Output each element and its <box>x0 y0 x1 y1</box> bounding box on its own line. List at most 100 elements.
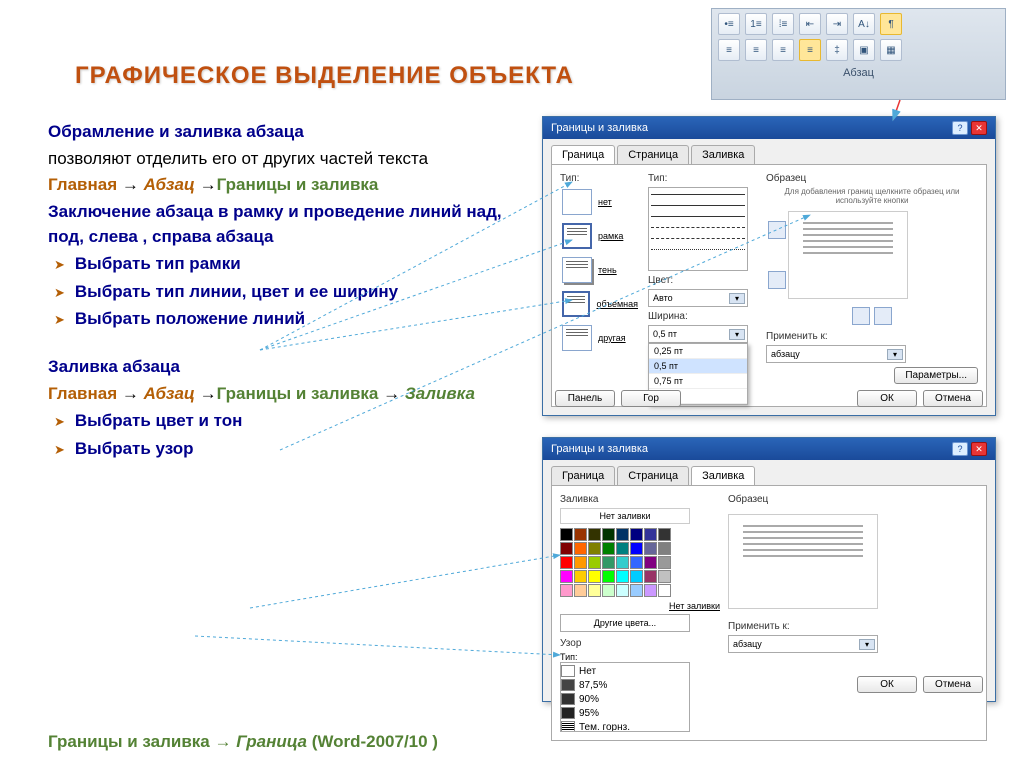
more-colors-button[interactable]: Другие цвета... <box>560 614 690 632</box>
path1-c: Границы и заливка <box>217 175 379 194</box>
bullet-2: Выбрать тип линии, цвет и ее ширину <box>75 280 398 305</box>
color-swatch[interactable] <box>574 556 587 569</box>
sample-hint: Для добавления границ щелкните образец и… <box>766 187 978 205</box>
color-swatch[interactable] <box>560 556 573 569</box>
color-swatch[interactable] <box>560 584 573 597</box>
color-swatch[interactable] <box>560 570 573 583</box>
tab-page[interactable]: Страница <box>617 145 689 164</box>
line-spacing-button[interactable]: ‡ <box>826 39 848 61</box>
width-dropdown[interactable]: 0,5 пт <box>648 325 748 343</box>
pilcrow-button[interactable]: ¶ <box>880 13 902 35</box>
color-swatch[interactable] <box>588 528 601 541</box>
tab-border[interactable]: Граница <box>551 466 615 485</box>
chevron-icon: ➤ <box>54 311 65 330</box>
color-dropdown[interactable]: Авто <box>648 289 748 307</box>
sort-button[interactable]: A↓ <box>853 13 875 35</box>
color-swatch[interactable] <box>644 584 657 597</box>
color-swatch[interactable] <box>602 584 615 597</box>
indent-left-button[interactable]: ⇤ <box>799 13 821 35</box>
apply-dropdown[interactable]: абзацу <box>766 345 906 363</box>
color-swatch[interactable] <box>602 542 615 555</box>
color-swatch[interactable] <box>644 570 657 583</box>
justify-button[interactable]: ≡ <box>799 39 821 61</box>
color-swatch[interactable] <box>588 570 601 583</box>
color-swatch[interactable] <box>658 542 671 555</box>
tab-page[interactable]: Страница <box>617 466 689 485</box>
cancel-button[interactable]: Отмена <box>923 676 983 693</box>
color-swatch[interactable] <box>574 570 587 583</box>
dialog-body: Заливка Нет заливки Нет заливки Другие ц… <box>551 485 987 741</box>
close-icon[interactable]: ✕ <box>971 121 987 135</box>
apply-label: Применить к: <box>728 621 978 632</box>
color-swatch[interactable] <box>560 528 573 541</box>
color-swatch[interactable] <box>588 542 601 555</box>
cancel-button[interactable]: Отмена <box>923 390 983 407</box>
border-top-button[interactable] <box>768 221 786 239</box>
color-swatch[interactable] <box>602 556 615 569</box>
color-swatch[interactable] <box>658 584 671 597</box>
width-opt-025[interactable]: 0,25 пт <box>649 344 747 359</box>
color-swatch[interactable] <box>644 528 657 541</box>
color-swatch[interactable] <box>630 528 643 541</box>
borders-button[interactable]: ▦ <box>880 39 902 61</box>
color-swatch[interactable] <box>588 556 601 569</box>
border-bottom-button[interactable] <box>768 271 786 289</box>
multilevel-button[interactable]: ⁞≡ <box>772 13 794 35</box>
width-opt-075[interactable]: 0,75 пт <box>649 374 747 389</box>
align-right-button[interactable]: ≡ <box>772 39 794 61</box>
close-icon[interactable]: ✕ <box>971 442 987 456</box>
color-swatch[interactable] <box>602 570 615 583</box>
color-swatch[interactable] <box>630 542 643 555</box>
help-icon[interactable]: ? <box>952 121 968 135</box>
hline-button[interactable]: Гор <box>621 390 681 407</box>
ok-button[interactable]: ОК <box>857 676 917 693</box>
color-grid[interactable] <box>560 528 720 597</box>
color-swatch[interactable] <box>616 556 629 569</box>
color-swatch[interactable] <box>588 584 601 597</box>
color-swatch[interactable] <box>630 584 643 597</box>
ok-button[interactable]: ОК <box>857 390 917 407</box>
align-center-button[interactable]: ≡ <box>745 39 767 61</box>
color-swatch[interactable] <box>630 570 643 583</box>
bullets-button[interactable]: •≡ <box>718 13 740 35</box>
color-swatch[interactable] <box>602 528 615 541</box>
type-3d[interactable]: объемная <box>560 289 640 319</box>
color-swatch[interactable] <box>658 556 671 569</box>
style-list[interactable] <box>648 187 748 271</box>
color-swatch[interactable] <box>658 570 671 583</box>
pattern-list[interactable]: Нет 87,5% 90% 95% Тем. горнз. Тем. верт. <box>560 662 690 732</box>
apply-dropdown[interactable]: абзацу <box>728 635 878 653</box>
color-swatch[interactable] <box>574 528 587 541</box>
tab-fill[interactable]: Заливка <box>691 145 755 164</box>
type-custom[interactable]: другая <box>560 323 640 353</box>
no-fill-button[interactable]: Нет заливки <box>560 508 690 524</box>
width-opt-05[interactable]: 0,5 пт <box>649 359 747 374</box>
color-swatch[interactable] <box>630 556 643 569</box>
color-swatch[interactable] <box>616 570 629 583</box>
type-shadow[interactable]: тень <box>560 255 640 285</box>
color-swatch[interactable] <box>644 542 657 555</box>
shading-button[interactable]: ▣ <box>853 39 875 61</box>
color-swatch[interactable] <box>560 542 573 555</box>
color-swatch[interactable] <box>616 584 629 597</box>
titlebar: Границы и заливка ? ✕ <box>543 438 995 460</box>
type-box[interactable]: рамка <box>560 221 640 251</box>
border-right-button[interactable] <box>874 307 892 325</box>
numbering-button[interactable]: 1≡ <box>745 13 767 35</box>
type-none[interactable]: нет <box>560 187 640 217</box>
params-button[interactable]: Параметры... <box>894 367 978 384</box>
color-swatch[interactable] <box>616 528 629 541</box>
color-swatch[interactable] <box>574 584 587 597</box>
tab-fill[interactable]: Заливка <box>691 466 755 485</box>
color-swatch[interactable] <box>574 542 587 555</box>
tab-border[interactable]: Граница <box>551 145 615 164</box>
color-swatch[interactable] <box>644 556 657 569</box>
indent-right-button[interactable]: ⇥ <box>826 13 848 35</box>
panel-button[interactable]: Панель <box>555 390 615 407</box>
preview-box[interactable] <box>788 211 908 299</box>
border-left-button[interactable] <box>852 307 870 325</box>
align-left-button[interactable]: ≡ <box>718 39 740 61</box>
help-icon[interactable]: ? <box>952 442 968 456</box>
color-swatch[interactable] <box>616 542 629 555</box>
color-swatch[interactable] <box>658 528 671 541</box>
